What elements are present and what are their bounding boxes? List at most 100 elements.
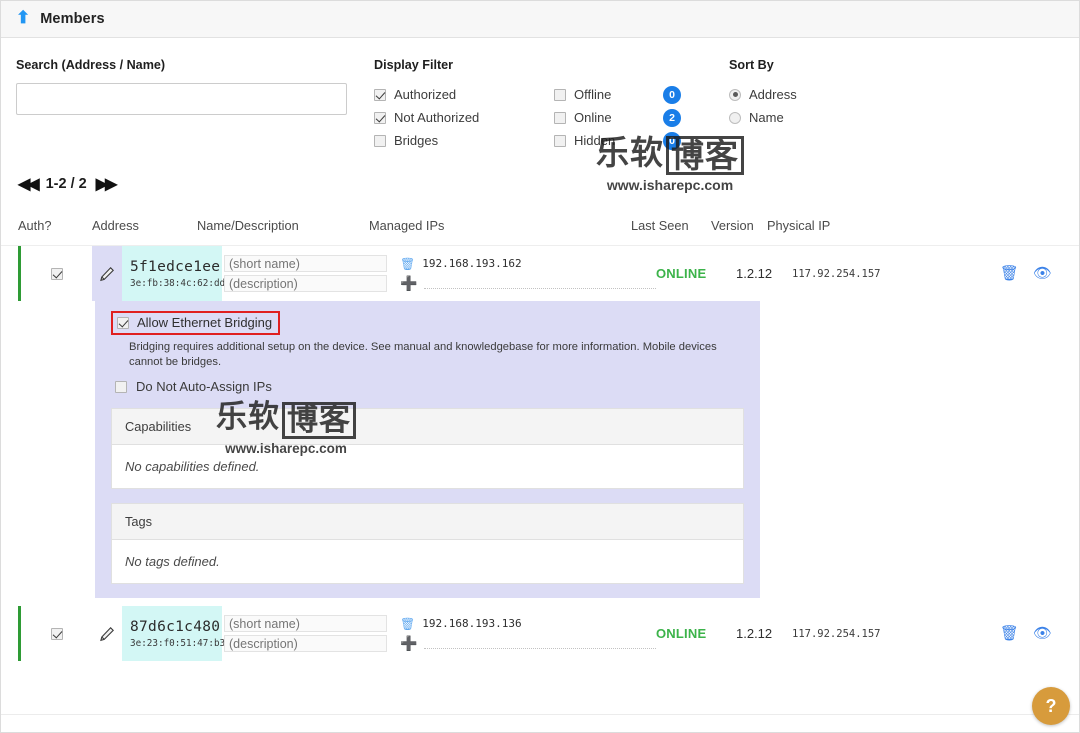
filter-offline[interactable]: Offline 0 [554,83,729,106]
address-cell: 87d6c1c480 3e:23:f0:51:47:b3 [122,606,225,661]
panel-header: ⬆ Members [0,0,1080,38]
description-input[interactable] [224,635,387,652]
online-count-badge: 2 [663,108,681,127]
checkbox-icon[interactable] [554,111,566,124]
filter-label: Offline [574,87,612,102]
search-label: Search (Address / Name) [16,58,166,72]
pagination: ◀◀ 1-2 / 2 ▶▶ [0,152,1080,194]
eye-slash-icon[interactable]: 👁 [1033,266,1052,281]
last-seen-cell: ONLINE [656,266,707,281]
allow-ethernet-bridging-toggle[interactable]: Allow Ethernet Bridging [111,311,281,335]
checkbox-icon[interactable] [374,88,386,101]
table-row[interactable]: 87d6c1c480 3e:23:f0:51:47:b3 🗑 192.168.1… [0,606,1080,661]
trash-icon[interactable]: 🗑 [400,618,415,630]
search-input[interactable] [16,83,347,115]
filter-authorized[interactable]: Authorized [374,83,554,106]
footer-divider [0,714,1080,715]
search-column: Search (Address / Name) [16,58,374,152]
capabilities-card: Capabilities No capabilities defined. [111,408,744,489]
sort-option-address[interactable]: Address [729,83,1064,106]
edit-cell[interactable] [92,606,122,661]
filter-label: Hidden [574,133,616,148]
checkbox-icon[interactable] [374,111,386,124]
tags-card: Tags No tags defined. [111,503,744,584]
checkbox-icon[interactable] [554,88,566,101]
member-address: 5f1edce1ee [130,258,221,275]
checkbox-icon[interactable] [117,316,129,329]
hidden-count-badge: 0 [663,131,681,150]
member-address: 87d6c1c480 [130,618,221,635]
column-physical-ip: Physical IP [767,218,831,233]
add-ip-input[interactable] [424,638,656,649]
description-input[interactable] [224,275,387,292]
display-filter-label: Display Filter [374,58,454,72]
last-seen-cell: ONLINE [656,626,707,641]
auth-cell[interactable] [18,606,92,661]
plus-icon[interactable]: ➕ [400,276,417,290]
do-not-auto-assign-ips-label: Do Not Auto-Assign IPs [136,379,272,394]
tags-title: Tags [112,504,743,540]
managed-ip-value: 192.168.193.162 [422,257,522,270]
managed-ips-cell: 🗑 192.168.193.136 ➕ [394,606,656,661]
member-detail-panel: Allow Ethernet Bridging Bridging require… [95,301,760,598]
column-address: Address [92,218,139,233]
short-name-input[interactable] [224,255,387,272]
radio-icon[interactable] [729,88,741,101]
table-header: Auth? Address Name/Description Managed I… [0,206,1080,246]
page-range: 1-2 / 2 [45,176,87,192]
checkbox-icon[interactable] [115,380,127,393]
plus-icon[interactable]: ➕ [400,636,417,650]
authorize-checkbox-icon[interactable] [50,267,63,280]
physical-ip-cell: 117.92.254.157 [792,627,881,640]
sort-by-column: Sort By Address Name [729,58,1064,152]
auth-cell[interactable] [18,246,92,301]
name-description-cell [222,606,394,661]
display-filter-right-group: Offline 0 Online 2 Hidden 0 [554,83,729,152]
up-arrow-icon[interactable]: ⬆ [16,9,30,26]
table-row[interactable]: 5f1edce1ee 3e:fb:38:4c:62:dd 🗑 192.168.1… [0,246,1080,301]
delete-member-icon[interactable]: 🗑 [1000,626,1019,641]
members-page: ⬆ Members Search (Address / Name) Displa… [0,0,1080,733]
add-ip-input[interactable] [424,278,656,289]
row-actions: 🗑 👁 [952,246,1080,301]
filter-hidden[interactable]: Hidden 0 [554,129,729,152]
help-button[interactable]: ? [1032,687,1070,725]
filter-bridges[interactable]: Bridges [374,129,554,152]
pencil-icon[interactable] [99,626,115,642]
filter-label: Not Authorized [394,110,480,125]
column-last-seen: Last Seen [631,218,689,233]
managed-ips-cell: 🗑 192.168.193.162 ➕ [394,246,656,301]
version-cell: 1.2.12 [736,266,773,281]
capabilities-empty-text: No capabilities defined. [125,459,260,474]
last-page-icon[interactable]: ▶▶ [96,174,118,194]
trash-icon[interactable]: 🗑 [400,258,415,270]
filter-online[interactable]: Online 2 [554,106,729,129]
authorize-checkbox-icon[interactable] [50,627,63,640]
managed-ip-value: 192.168.193.136 [422,617,522,630]
edit-cell[interactable] [92,246,122,301]
sort-by-label: Sort By [729,58,774,72]
add-managed-ip-row[interactable]: ➕ [400,276,656,290]
sort-option-label: Address [749,87,797,102]
first-page-icon[interactable]: ◀◀ [18,174,40,194]
column-auth: Auth? [18,218,52,233]
do-not-auto-assign-ips-toggle[interactable]: Do Not Auto-Assign IPs [115,379,744,394]
checkbox-icon[interactable] [374,134,386,147]
filter-label: Online [574,110,612,125]
row-actions: 🗑 👁 [952,606,1080,661]
offline-count-badge: 0 [663,85,681,104]
filter-not-authorized[interactable]: Not Authorized [374,106,554,129]
eye-slash-icon[interactable]: 👁 [1033,626,1052,641]
delete-member-icon[interactable]: 🗑 [1000,266,1019,281]
pencil-icon[interactable] [99,266,115,282]
page-title: Members [40,10,105,27]
add-managed-ip-row[interactable]: ➕ [400,636,656,650]
sort-option-name[interactable]: Name [729,106,1064,129]
address-cell: 5f1edce1ee 3e:fb:38:4c:62:dd [122,246,225,301]
column-version: Version [711,218,754,233]
filter-label: Authorized [394,87,457,102]
radio-icon[interactable] [729,111,741,124]
checkbox-icon[interactable] [554,134,566,147]
column-managed-ips: Managed IPs [369,218,445,233]
short-name-input[interactable] [224,615,387,632]
